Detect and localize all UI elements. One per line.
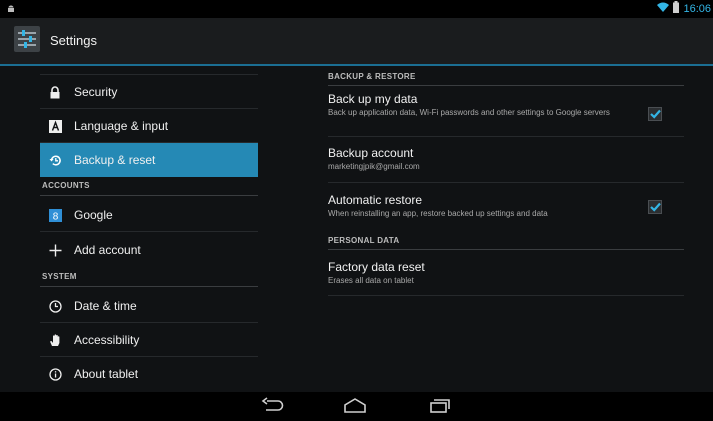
home-icon[interactable] [340,396,370,416]
sidebar-item-security[interactable]: Security [40,75,258,109]
settings-sidebar: Security Language & input Backup & reset… [0,66,294,392]
sidebar-item-google[interactable]: 8 Google [40,198,258,232]
recents-icon[interactable] [423,396,453,416]
setting-title: Automatic restore [328,193,423,207]
sidebar-item-about-tablet[interactable]: About tablet [40,357,258,391]
page-title: Settings [50,33,97,48]
info-icon [48,367,62,381]
section-header-accounts: ACCOUNTS [40,178,258,196]
setting-backup-account[interactable]: Backup account marketingjpik@gmail.com [328,146,684,183]
setting-title: Backup account [328,146,414,160]
status-bar: 16:06 [0,0,713,18]
language-icon [48,119,62,133]
section-header-system: SYSTEM [40,269,258,287]
sidebar-item-label: Add account [74,243,141,257]
backup-icon [48,153,62,167]
setting-summary: Back up application data, Wi-Fi password… [328,108,610,117]
section-header-personal-data: PERSONAL DATA [328,233,684,250]
setting-summary: Erases all data on tablet [328,276,414,285]
backup-data-checkbox[interactable] [648,107,662,121]
sidebar-item-label: Google [74,208,113,222]
google-icon: 8 [48,208,62,222]
system-navigation-bar [0,392,713,421]
svg-text:8: 8 [52,211,58,222]
sidebar-item-label: Date & time [74,299,137,313]
backup-reset-panel: BACKUP & RESTORE Back up my data Back up… [294,66,713,392]
sidebar-item-label: Backup & reset [74,153,156,167]
wifi-icon [657,0,670,18]
sidebar-item-add-account[interactable]: Add account [40,233,258,267]
setting-title: Factory data reset [328,260,425,274]
sidebar-item-backup-reset[interactable]: Backup & reset [40,143,258,177]
battery-icon [673,0,680,18]
setting-factory-data-reset[interactable]: Factory data reset Erases all data on ta… [328,260,684,296]
action-bar: Settings [0,18,713,66]
sidebar-item-label: Accessibility [74,333,140,347]
sidebar-item-date-time[interactable]: Date & time [40,289,258,323]
sidebar-item-label: Language & input [74,119,169,133]
setting-title: Back up my data [328,92,418,106]
hand-icon [48,333,62,347]
settings-app-icon[interactable] [14,26,40,52]
sidebar-item-label: About tablet [74,367,139,381]
automatic-restore-checkbox[interactable] [648,200,662,214]
sidebar-item-language[interactable]: Language & input [40,109,258,143]
clock-icon [48,299,62,313]
setting-summary: marketingjpik@gmail.com [328,162,420,171]
sidebar-item-accessibility[interactable]: Accessibility [40,323,258,357]
sidebar-item-label: Security [74,85,118,99]
lock-icon [48,85,62,99]
plus-icon [48,243,62,257]
setting-automatic-restore[interactable]: Automatic restore When reinstalling an a… [328,193,684,225]
section-header-backup-restore: BACKUP & RESTORE [328,69,684,86]
status-clock: 16:06 [683,3,711,15]
back-icon[interactable] [258,396,288,416]
setting-summary: When reinstalling an app, restore backed… [328,209,548,218]
check-icon [649,202,661,212]
setting-backup-my-data[interactable]: Back up my data Back up application data… [328,92,684,137]
check-icon [649,109,661,119]
